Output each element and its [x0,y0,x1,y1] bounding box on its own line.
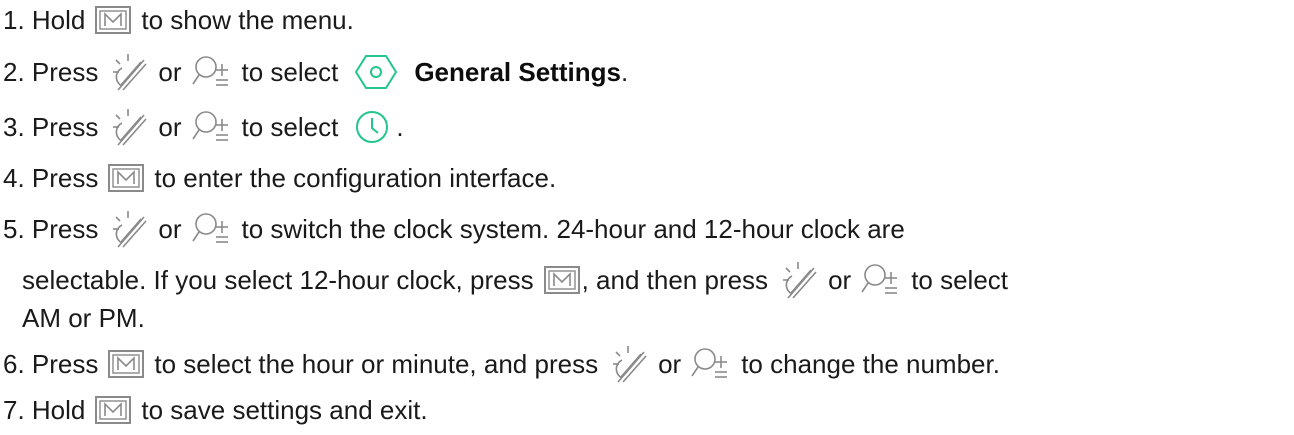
step-1-prefix: 1. Hold [3,5,86,35]
step-6-text: to select the hour or minute, and press [154,349,599,379]
zoom-icon [861,262,901,298]
general-settings-icon [354,54,398,90]
step-1-text: to show the menu. [141,5,354,35]
step-5-prefix: 5. Press [3,214,99,244]
brightness-icon [108,107,148,147]
step-2-text: to select [241,57,339,87]
step-5-or: or [158,214,182,244]
step-4-prefix: 4. Press [3,163,99,193]
zoom-icon [191,109,232,145]
step-5-line2-b: , and then press [581,265,769,295]
step-5-text: to switch the clock system. 24-hour and … [241,214,905,244]
m-button-icon [543,266,580,294]
step-5: 5. Press or to switch the clock system. … [3,209,905,249]
step-1: 1. Hold to show the menu. [3,2,354,38]
step-7-text: to save settings and exit. [141,395,428,425]
general-settings-label: General Settings [414,57,621,87]
step-5-line2-d: to select [911,265,1009,295]
m-button-icon [108,164,145,192]
step-5-continued: selectable. If you select 12-hour clock,… [22,260,1009,300]
zoom-icon [691,346,731,382]
brightness-icon [108,209,148,249]
step-5-line2-a: selectable. If you select 12-hour clock,… [22,265,534,295]
zoom-icon [191,211,232,247]
m-button-icon [108,350,145,378]
step-3-or: or [158,112,182,142]
step-5-line2-or: or [828,265,852,295]
step-6-or: or [658,349,682,379]
step-3-text: to select [241,112,339,142]
step-5-continued-2: AM or PM. [22,300,145,336]
brightness-icon [608,344,648,384]
step-2-or: or [158,57,182,87]
step-4: 4. Press to enter the configuration inte… [3,160,556,196]
step-2: 2. Press or to select General Settings . [3,52,629,92]
brightness-icon [108,52,148,92]
step-3-end: . [396,112,404,142]
m-button-icon [95,396,132,424]
step-5-line3: AM or PM. [22,303,145,333]
step-6-prefix: 6. Press [3,349,99,379]
step-3: 3. Press or to select . [3,107,404,147]
step-6: 6. Press to select the hour or minute, a… [3,344,1000,384]
m-button-icon [95,6,132,34]
step-7-prefix: 7. Hold [3,395,86,425]
zoom-icon [191,54,232,90]
instruction-list: 1. Hold to show the menu. 2. Press or to… [0,0,1294,435]
step-2-end: . [620,57,629,87]
step-4-text: to enter the configuration interface. [154,163,557,193]
step-2-prefix: 2. Press [3,57,99,87]
step-6-text-2: to change the number. [741,349,1000,379]
step-3-prefix: 3. Press [3,112,99,142]
clock-icon [354,109,390,145]
brightness-icon [778,260,818,300]
step-7: 7. Hold to save settings and exit. [3,392,428,428]
